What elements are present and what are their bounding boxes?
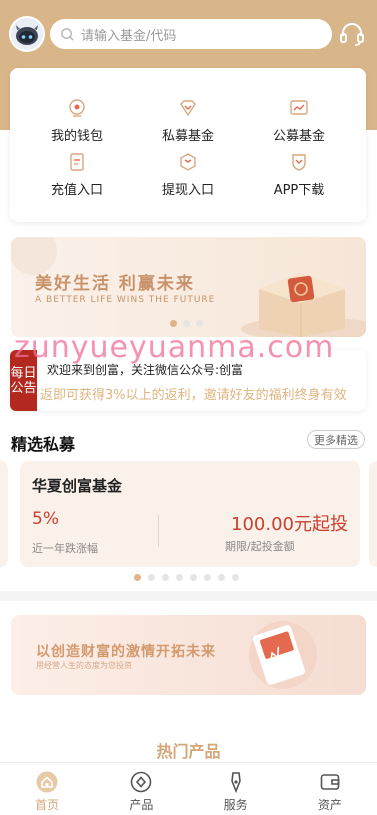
product-icon: [131, 771, 152, 793]
search-input[interactable]: 请输入基金/代码: [81, 25, 176, 44]
more-funds-button[interactable]: 更多精选: [307, 430, 365, 449]
banner-title: 以创造财富的激情开拓未来: [36, 644, 216, 660]
pagination-dot[interactable]: [196, 320, 203, 327]
banner-subtitle: 用经营人生的态度为您投资: [36, 661, 132, 670]
search-icon: [61, 27, 74, 41]
tab-label: 首页: [35, 798, 60, 812]
fund-rate-label: 近一年跌涨幅: [32, 542, 98, 555]
banner-pagination: [170, 320, 203, 327]
notice-text-line2: 返即可获得3%以上的返利，邀请好友的福利终身有效: [40, 388, 347, 403]
pagination-dot[interactable]: [162, 574, 169, 581]
menu-label: APP下载: [273, 183, 325, 198]
shield-icon: [292, 154, 306, 171]
box-icon: [180, 153, 196, 171]
pagination-dot[interactable]: [176, 574, 183, 581]
banner-subtitle: A BETTER LIFE WINS THE FUTURE: [35, 295, 216, 305]
tab-home[interactable]: 首页: [0, 763, 94, 815]
fund-pagination: [134, 574, 239, 581]
menu-label: 公募基金: [272, 129, 325, 144]
fund-name: 华夏创富基金: [32, 477, 123, 495]
pagination-dot[interactable]: [190, 574, 197, 581]
banner-title: 美好生活 利赢未来: [35, 274, 195, 294]
menu-label: 提现入口: [161, 183, 214, 198]
menu-label: 私募基金: [161, 129, 214, 144]
section-separator: [0, 591, 377, 601]
tab-products[interactable]: 产品: [94, 763, 188, 815]
pagination-dot[interactable]: [232, 574, 239, 581]
hot-products-title: 热门产品: [156, 742, 221, 761]
notice-badge-bottom: 公告: [10, 380, 37, 396]
menu-item-private-fund[interactable]: 私募基金: [133, 98, 243, 144]
pagination-dot[interactable]: [218, 574, 225, 581]
fund-min-amount: 100.00元起投: [231, 514, 348, 535]
tab-label: 资产: [317, 798, 342, 812]
tab-assets[interactable]: 资产: [283, 763, 377, 815]
diamond-icon: [180, 100, 196, 117]
tab-label: 服务: [223, 798, 248, 812]
pagination-dot[interactable]: [148, 574, 155, 581]
watermark: zunyueyuanma.com: [14, 330, 335, 365]
slogan-banner[interactable]: 以创造财富的激情开拓未来 用经营人生的态度为您投资: [11, 615, 366, 695]
divider: [158, 515, 159, 547]
recharge-icon: [70, 153, 84, 171]
service-icon: [230, 772, 241, 793]
notice-badge-top: 每日: [10, 365, 37, 381]
menu-item-wallet[interactable]: 我的钱包: [22, 98, 132, 144]
chart-icon: [290, 100, 308, 115]
fund-card-prev[interactable]: [0, 461, 8, 567]
headset-icon[interactable]: [338, 20, 366, 48]
tab-service[interactable]: 服务: [189, 763, 283, 815]
menu-item-recharge[interactable]: 充值入口: [22, 152, 132, 198]
pagination-dot-active[interactable]: [134, 574, 141, 581]
quick-menu-card: 我的钱包 私募基金 公募基金 充值入口 提现入口 APP下载: [10, 68, 366, 222]
fund-rate: 5%: [32, 509, 59, 529]
bottom-tab-bar: 首页 产品 服务 资产: [0, 762, 377, 815]
menu-label: 充值入口: [50, 183, 103, 198]
fund-card[interactable]: 华夏创富基金 5% 近一年跌涨幅 100.00元起投 期限/起投金额: [20, 461, 360, 567]
avatar[interactable]: [9, 16, 45, 52]
pagination-dot[interactable]: [183, 320, 190, 327]
search-bar[interactable]: 请输入基金/代码: [50, 19, 332, 49]
robot-avatar-icon: [11, 18, 43, 50]
wallet-icon: [69, 99, 85, 117]
section-title: 精选私募: [11, 435, 76, 454]
pagination-dot[interactable]: [204, 574, 211, 581]
assets-icon: [320, 774, 340, 790]
tab-label: 产品: [129, 798, 154, 812]
fund-card-next[interactable]: [369, 461, 377, 567]
home-icon: [36, 771, 58, 793]
fund-amount-label: 期限/起投金额: [225, 540, 295, 553]
menu-item-public-fund[interactable]: 公募基金: [244, 98, 354, 144]
menu-label: 我的钱包: [50, 129, 103, 144]
pagination-dot-active[interactable]: [170, 320, 177, 327]
menu-item-withdraw[interactable]: 提现入口: [133, 152, 243, 198]
menu-item-app-download[interactable]: APP下载: [244, 152, 354, 198]
